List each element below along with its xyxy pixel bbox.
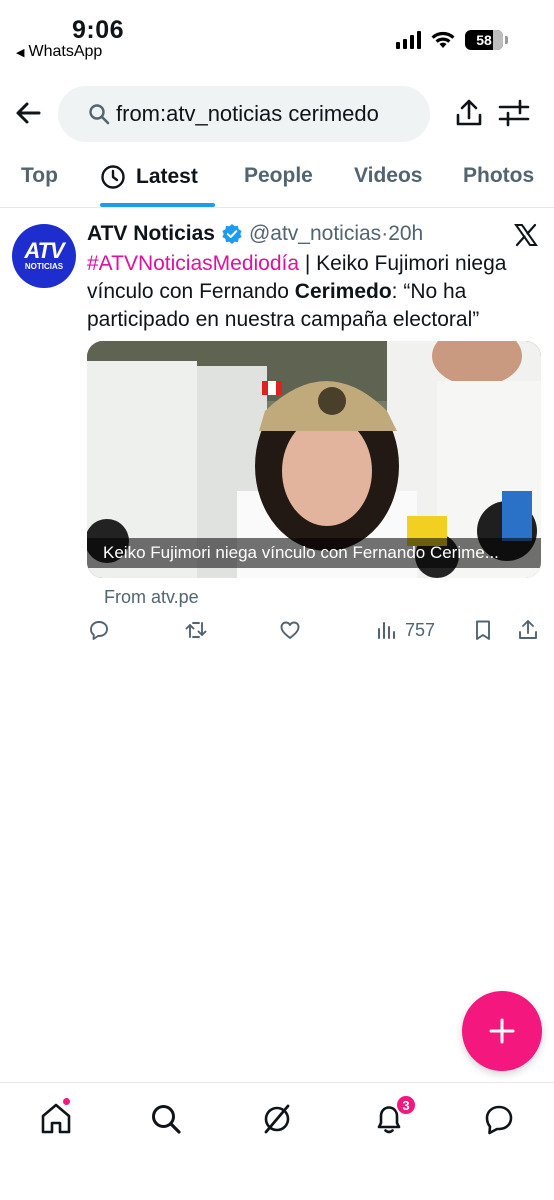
views-button[interactable]: 757 bbox=[375, 618, 435, 642]
tab-videos[interactable]: Videos bbox=[354, 164, 422, 188]
tweet-actions: 757 bbox=[87, 616, 547, 646]
retweet-icon bbox=[185, 622, 207, 638]
tab-top[interactable]: Top bbox=[21, 164, 58, 188]
share-icon bbox=[519, 620, 537, 639]
bookmark-button[interactable] bbox=[471, 618, 495, 642]
status-time: 9:06 bbox=[72, 16, 125, 44]
views-icon bbox=[378, 622, 395, 639]
search-tabs: Top Latest People Videos Photos bbox=[0, 150, 554, 208]
tweet-time: 20h bbox=[388, 222, 424, 245]
back-app-label: WhatsApp bbox=[28, 43, 103, 60]
search-icon bbox=[89, 104, 110, 125]
tweet-header: ATV Noticias @atv_noticias · 20h bbox=[87, 222, 423, 246]
retweet-button[interactable] bbox=[184, 618, 208, 642]
like-button[interactable] bbox=[278, 618, 302, 642]
hashtag-link[interactable]: #ATVNoticiasMediodía bbox=[87, 252, 299, 275]
battery-indicator: 58 bbox=[465, 30, 503, 50]
like-icon bbox=[280, 621, 300, 639]
link-source[interactable]: From atv.pe bbox=[104, 587, 199, 608]
tab-latest-label: Latest bbox=[136, 165, 198, 188]
status-bar: 9:06 ◀ WhatsApp 58 bbox=[0, 0, 554, 70]
search-field[interactable] bbox=[58, 86, 430, 142]
clock-icon bbox=[101, 165, 125, 189]
avatar[interactable]: ATV NOTICIAS bbox=[12, 224, 76, 288]
avatar-logo-subtext: NOTICIAS bbox=[24, 261, 64, 271]
share-tweet-button[interactable] bbox=[516, 618, 540, 642]
plus-icon bbox=[489, 1018, 515, 1044]
avatar-logo-text: ATV bbox=[24, 237, 64, 263]
compose-button[interactable] bbox=[462, 991, 542, 1071]
meta-separator: · bbox=[381, 222, 389, 245]
author-handle[interactable]: @atv_noticias bbox=[249, 222, 381, 246]
messages-icon[interactable] bbox=[481, 1101, 517, 1137]
x-logo-icon[interactable] bbox=[513, 222, 539, 248]
tab-photos[interactable]: Photos bbox=[463, 164, 534, 188]
back-arrow-icon[interactable] bbox=[12, 96, 46, 130]
cellular-signal-icon bbox=[396, 31, 421, 49]
bottom-navigation: 3 bbox=[0, 1082, 554, 1200]
home-icon[interactable] bbox=[38, 1101, 74, 1137]
status-icons: 58 bbox=[396, 30, 508, 50]
tweet-text-bold: Cerimedo bbox=[294, 280, 392, 303]
reply-icon bbox=[90, 621, 108, 640]
views-count: 757 bbox=[405, 619, 436, 640]
back-triangle-icon: ◀ bbox=[16, 46, 25, 59]
battery-level: 58 bbox=[476, 32, 492, 48]
reply-button[interactable] bbox=[87, 618, 111, 642]
link-card-media[interactable]: Keiko Fujimori niega vínculo con Fernand… bbox=[87, 341, 541, 578]
tab-latest[interactable]: Latest bbox=[100, 164, 198, 190]
tweet-text: #ATVNoticiasMediodía | Keiko Fujimori ni… bbox=[87, 250, 537, 334]
bookmark-icon bbox=[476, 620, 490, 640]
active-tab-indicator bbox=[100, 203, 215, 207]
verified-icon bbox=[222, 224, 242, 244]
wifi-icon bbox=[431, 31, 455, 48]
search-icon[interactable] bbox=[148, 1101, 184, 1137]
search-header bbox=[0, 84, 554, 146]
back-to-app-link[interactable]: ◀ WhatsApp bbox=[16, 43, 102, 61]
share-icon[interactable] bbox=[452, 96, 486, 130]
home-unread-dot bbox=[62, 1097, 71, 1106]
tab-people[interactable]: People bbox=[244, 164, 313, 188]
author-name[interactable]: ATV Noticias bbox=[87, 222, 215, 246]
search-input[interactable] bbox=[116, 101, 416, 127]
notification-badge: 3 bbox=[395, 1094, 417, 1116]
media-caption: Keiko Fujimori niega vínculo con Fernand… bbox=[87, 538, 541, 568]
grok-icon[interactable] bbox=[259, 1101, 295, 1137]
filter-icon[interactable] bbox=[496, 96, 532, 130]
